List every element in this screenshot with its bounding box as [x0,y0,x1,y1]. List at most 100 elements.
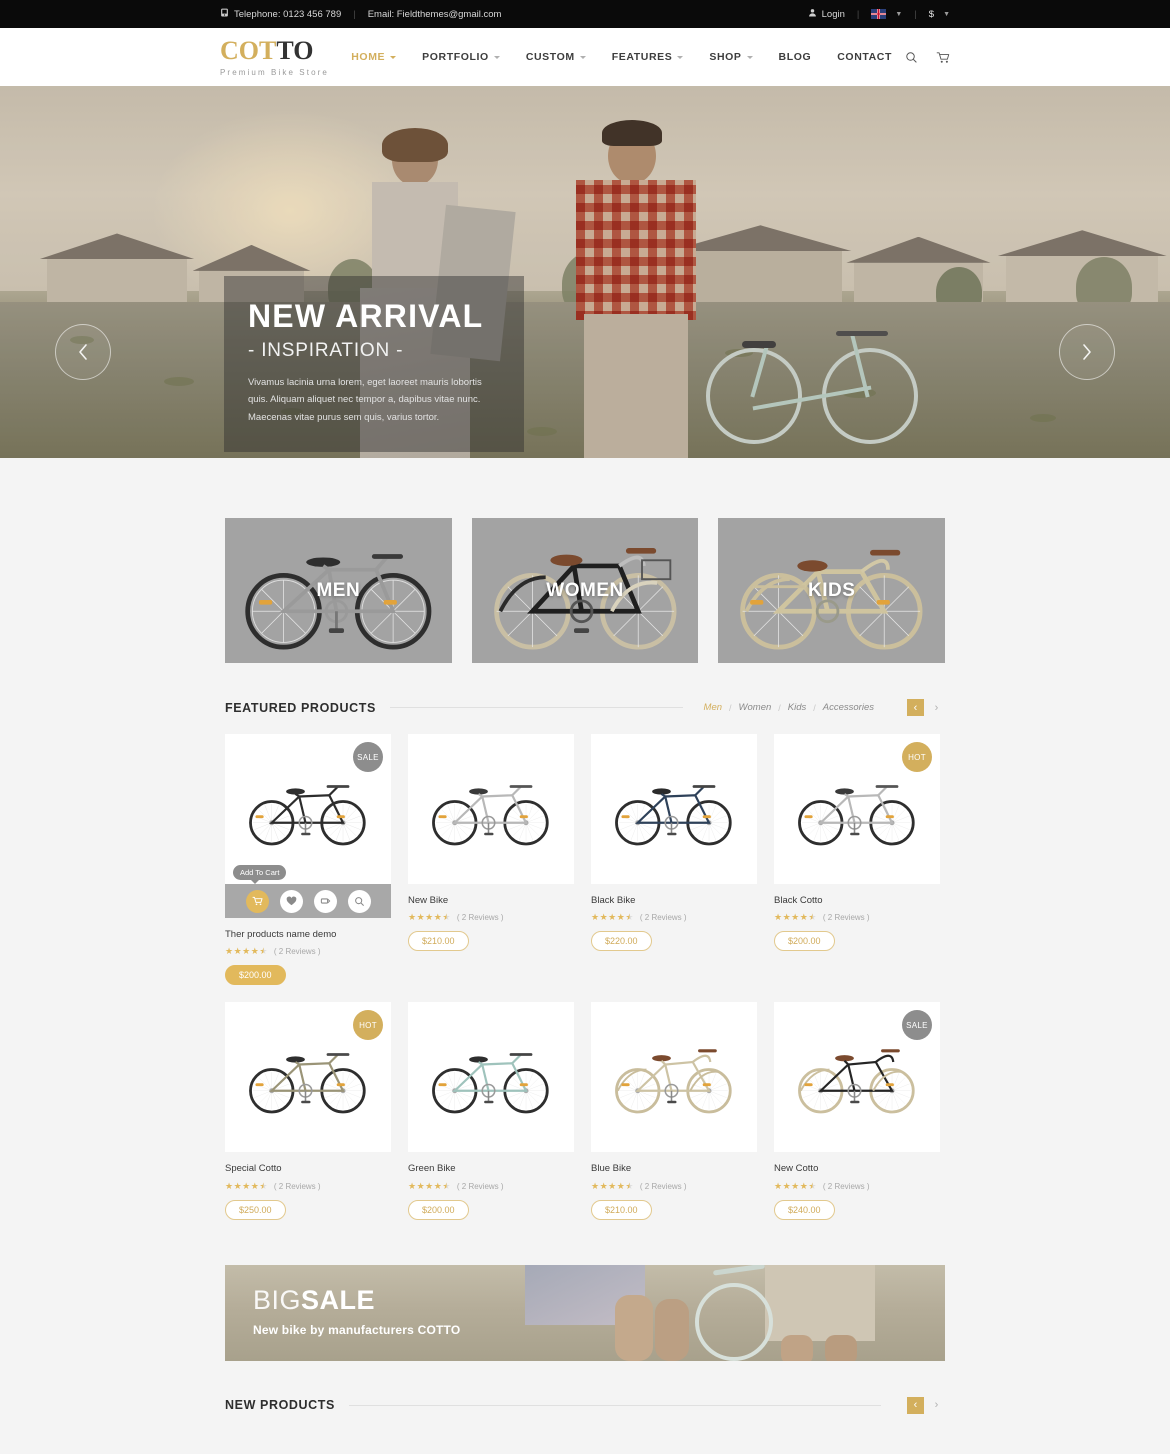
site-logo[interactable]: COTTO Premium Bike Store [220,37,338,77]
new-products-next-button[interactable]: › [928,1397,945,1414]
product-reviews-count: ( 2 Reviews ) [639,1181,687,1191]
nav-item-custom[interactable]: CUSTOM [513,45,599,69]
nav-label-portfolio: PORTFOLIO [422,51,489,63]
product-price[interactable]: $250.00 [225,1199,286,1220]
product-image[interactable] [408,1002,574,1153]
nav-item-home[interactable]: HOME [338,45,409,69]
filter-women[interactable]: Women [732,702,779,713]
nav-item-contact[interactable]: CONTACT [824,45,905,69]
product-card[interactable]: SALE New Cotto ★ ★ ★ ★ ★ (2 Reviews) $… [774,1002,940,1220]
category-card-women[interactable]: WOMEN [471,518,699,663]
product-name[interactable]: Green Bike [408,1163,574,1175]
product-name[interactable]: Ther products name demo [225,929,391,941]
star-icon: ★ [408,1180,417,1191]
product-price[interactable]: $200.00 [408,1199,469,1220]
product-action-bar [225,884,391,918]
featured-prev-button[interactable]: ‹ [907,699,924,716]
logo-tagline: Premium Bike Store [220,67,329,77]
hero-prev-button[interactable] [55,324,111,380]
quick-view-button[interactable] [347,889,371,913]
section-divider-2 [348,1404,881,1406]
product-image[interactable]: HOT [774,734,940,884]
product-stars: ★ ★ ★ ★ ★ [591,912,634,923]
nav-item-shop[interactable]: SHOP [696,45,765,69]
product-name[interactable]: Black Bike [591,895,757,907]
product-card[interactable]: Black Bike ★ ★ ★ ★ ★ ( 2 Reviews ) $220.00 [591,734,757,985]
product-card[interactable]: SALE Add To Cart Ther products name demo… [225,734,391,986]
wishlist-button[interactable] [279,889,303,913]
telephone-info: Telephone: 0123 456 789 [220,8,341,20]
product-image[interactable] [591,1002,757,1153]
product-stars: ★ ★ ★ ★ ★ [591,1181,634,1192]
star-icon: ★ [416,912,426,923]
search-icon[interactable] [905,51,918,64]
product-name[interactable]: Blue Bike [591,1163,757,1175]
product-name[interactable]: New Bike [408,895,574,907]
product-badge-sale: SALE [353,742,383,772]
product-rating-row: ★ ★ ★ ★ ★ ( 2 Reviews ) [591,1181,757,1192]
product-image[interactable]: HOT [225,1002,391,1153]
email-label: Email: Fieldthemes@gmail.com [367,8,502,20]
product-image[interactable] [408,734,574,884]
product-price[interactable]: $220.00 [591,931,652,952]
star-icon: ★ [616,912,626,923]
product-rating-row: ★ ★ ★ ★ ★ ( 2 Reviews ) [774,912,940,923]
featured-products-grid: SALE Add To Cart Ther products name demo… [225,734,945,1220]
product-name[interactable]: Black Cotto [774,895,940,907]
login-label: Login [821,8,845,20]
product-image[interactable]: SALE Add To Cart [225,734,391,884]
star-icon: ★ [242,946,251,957]
login-link[interactable]: Login [808,8,845,20]
category-card-men[interactable]: MEN [225,518,452,663]
currency-selector[interactable]: $ ▼ [929,9,950,20]
nav-label-features: FEATURES [611,51,673,63]
filter-kids[interactable]: Kids [781,702,813,713]
product-card[interactable]: HOT Black Cotto ★ ★ ★ ★ ★ (2 Reviews) … [774,734,940,985]
cart-icon[interactable] [936,51,950,64]
product-price[interactable]: $200.00 [774,931,835,952]
star-icon: ★ [250,1180,260,1191]
featured-next-button[interactable]: › [928,699,945,716]
star-icon: ★ [433,912,443,923]
compare-button[interactable] [313,889,337,913]
star-icon: ★ [799,1180,809,1191]
hero-title: NEW ARRIVAL [248,298,484,334]
hero-subtitle: - INSPIRATION - [248,339,404,361]
product-name[interactable]: Special Cotto [225,1163,391,1175]
product-rating-row: ★ ★ ★ ★ ★ ( 2 Reviews ) [591,912,757,923]
hero-slider: NEW ARRIVAL - INSPIRATION - Vivamus laci… [0,86,1170,458]
big-sale-banner[interactable]: BIGSALE New bike by manufacturers COTTO [225,1264,945,1361]
nav-label-home: HOME [351,51,386,63]
product-card[interactable]: Green Bike ★ ★ ★ ★ ★ ( 2 Reviews ) $200.00 [408,1002,574,1220]
product-image[interactable] [591,734,757,884]
nav-item-blog[interactable]: BLOG [766,45,825,69]
category-card-kids[interactable]: KIDS [718,518,946,663]
nav-item-features[interactable]: FEATURES [599,45,697,69]
hero-next-button[interactable] [1059,324,1115,380]
filter-accessories[interactable]: Accessories [816,702,881,713]
language-selector[interactable]: ▼ [871,9,902,19]
filter-men[interactable]: Men [697,702,729,713]
product-price[interactable]: $210.00 [591,1199,652,1220]
product-stars: ★ ★ ★ ★ ★ [408,1181,451,1192]
product-reviews-count: ( 2 Reviews ) [822,913,870,923]
add-to-cart-button[interactable] [245,889,269,913]
chevron-down-icon [746,55,753,59]
product-card[interactable]: Blue Bike ★ ★ ★ ★ ★ ( 2 Reviews ) $210.00 [591,1002,757,1220]
product-card[interactable]: New Bike ★ ★ ★ ★ ★ ( 2 Reviews ) $210.00 [408,734,574,985]
product-price[interactable]: $200.00 [225,965,286,986]
product-image[interactable]: SALE [774,1002,940,1153]
product-bike-illustration [615,1049,732,1114]
featured-filter-tabs: Men / Women / Kids / Accessories [697,702,881,713]
new-products-prev-button[interactable]: ‹ [907,1396,924,1414]
product-card[interactable]: HOT Special Cotto ★ ★ ★ ★ ★ (2 Reviews … [225,1002,391,1220]
topbar-divider-2: | [856,8,860,20]
product-price[interactable]: $240.00 [774,1199,835,1220]
nav-label-blog: BLOG [778,51,812,63]
nav-item-portfolio[interactable]: PORTFOLIO [409,45,513,69]
product-price[interactable]: $210.00 [408,931,469,952]
category-label-kids: KIDS [807,579,856,601]
star-half-icon: ★ [808,912,817,923]
product-name[interactable]: New Cotto [774,1163,940,1175]
star-icon: ★ [242,1180,251,1191]
